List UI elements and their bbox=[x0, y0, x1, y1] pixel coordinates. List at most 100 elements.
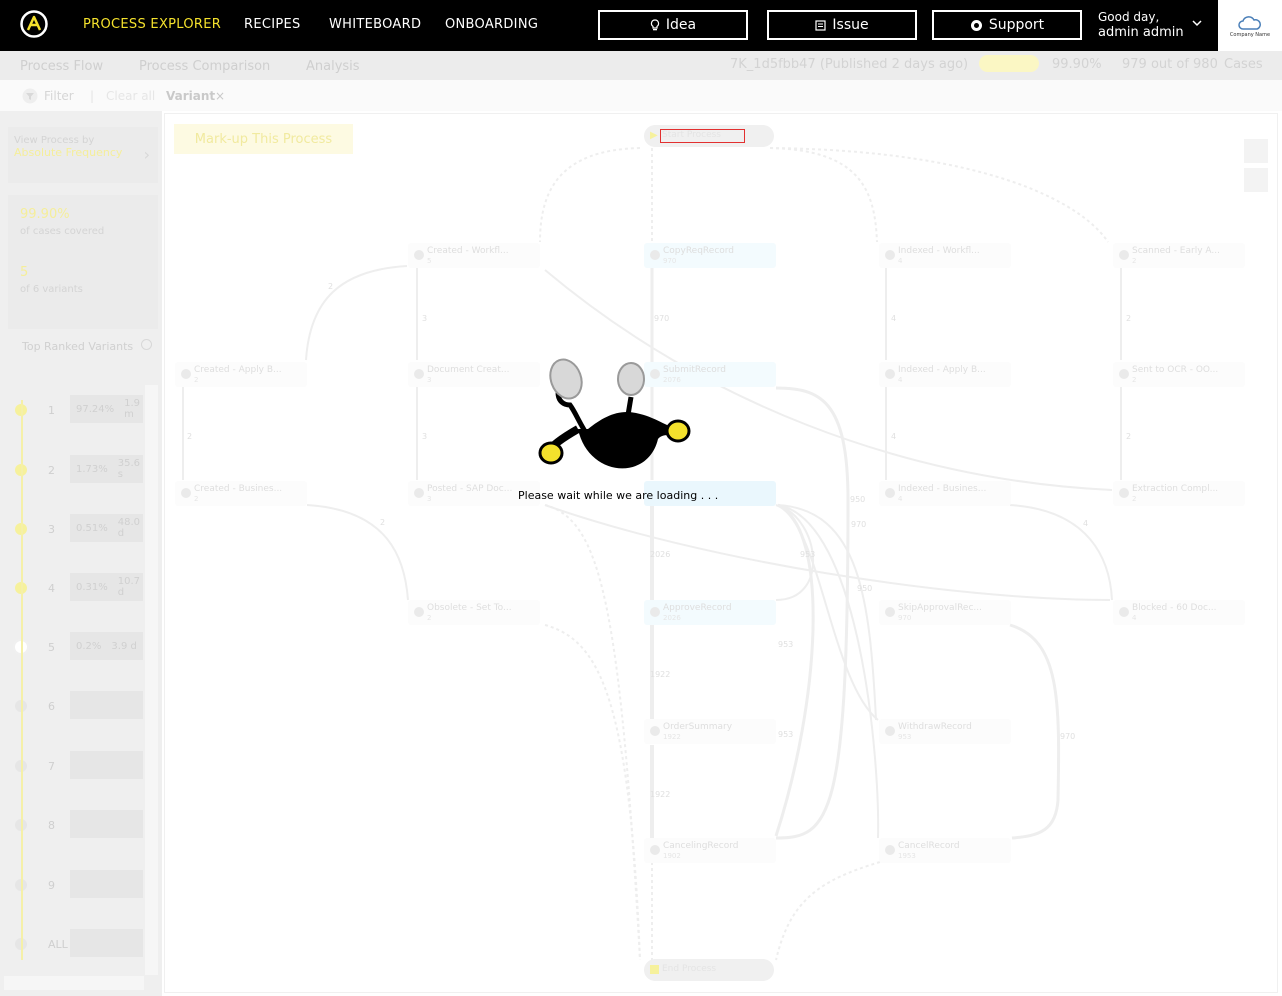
node-count: 1902 bbox=[663, 852, 681, 860]
process-node[interactable]: Sent to OCR - OO... 2 bbox=[1113, 362, 1245, 387]
node-label: Indexed - Busines... bbox=[898, 484, 987, 494]
node-label: Indexed - Workfl... bbox=[898, 246, 980, 256]
node-label: Created - Workfl... bbox=[427, 246, 509, 256]
edge-label: 2 bbox=[380, 518, 386, 527]
node-dot bbox=[650, 607, 660, 617]
edge-label: 4 bbox=[891, 314, 897, 323]
node-dot bbox=[1119, 488, 1129, 498]
edge-label: 953 bbox=[800, 550, 816, 559]
node-label: SkipApprovalRec... bbox=[898, 603, 982, 613]
edge-label: 1922 bbox=[650, 790, 671, 799]
edge-label: 2026 bbox=[650, 550, 671, 559]
node-dot bbox=[414, 607, 424, 617]
edge-label: 970 bbox=[654, 314, 670, 323]
node-dot bbox=[885, 845, 895, 855]
node-dot bbox=[181, 488, 191, 498]
node-label: Obsolete - Set To... bbox=[427, 603, 512, 613]
process-node[interactable]: Created - Busines... 2 bbox=[175, 481, 307, 506]
node-label: CancelingRecord bbox=[663, 841, 739, 851]
stop-icon bbox=[650, 965, 659, 974]
node-dot bbox=[885, 369, 895, 379]
node-label: Posted - SAP Doc... bbox=[427, 484, 513, 494]
edge-label: 2 bbox=[1126, 432, 1132, 441]
node-dot bbox=[885, 726, 895, 736]
node-label: Indexed - Apply B... bbox=[898, 365, 986, 375]
edge-label: 950 bbox=[857, 584, 873, 593]
process-node[interactable]: CopyReqRecord 970 bbox=[644, 243, 776, 268]
node-dot bbox=[885, 488, 895, 498]
node-label: Created - Busines... bbox=[194, 484, 283, 494]
node-count: 4 bbox=[1132, 614, 1137, 622]
edge-label: 4 bbox=[1083, 519, 1089, 528]
node-count: 1953 bbox=[898, 852, 916, 860]
node-label: WithdrawRecord bbox=[898, 722, 972, 732]
node-dot bbox=[650, 845, 660, 855]
node-count: 3 bbox=[427, 376, 432, 384]
process-node[interactable]: OrderSummary 1922 bbox=[644, 719, 776, 744]
process-node[interactable]: Extraction Compl... 2 bbox=[1113, 481, 1245, 506]
node-count: 2 bbox=[194, 376, 199, 384]
node-label: Scanned - Early A... bbox=[1132, 246, 1220, 256]
selection-highlight bbox=[660, 129, 745, 143]
process-node[interactable]: Created - Apply B... 2 bbox=[175, 362, 307, 387]
edge-label: 970 bbox=[1060, 732, 1076, 741]
node-count: 2 bbox=[1132, 257, 1137, 265]
edge-label: 970 bbox=[851, 520, 867, 529]
node-dot bbox=[181, 369, 191, 379]
node-dot bbox=[1119, 369, 1129, 379]
play-icon: ▶ bbox=[650, 130, 658, 141]
edge-label: 3 bbox=[422, 314, 428, 323]
process-node[interactable]: Obsolete - Set To... 2 bbox=[408, 600, 540, 625]
end-process-node[interactable]: End Process bbox=[644, 959, 774, 981]
node-dot bbox=[414, 488, 424, 498]
process-node[interactable]: Scanned - Early A... 2 bbox=[1113, 243, 1245, 268]
node-label: OrderSummary bbox=[663, 722, 733, 732]
node-count: 3 bbox=[427, 495, 432, 503]
node-count: 970 bbox=[663, 257, 677, 265]
node-dot bbox=[1119, 250, 1129, 260]
node-dot bbox=[885, 607, 895, 617]
node-label: CopyReqRecord bbox=[663, 246, 735, 256]
process-node[interactable]: Indexed - Apply B... 4 bbox=[879, 362, 1011, 387]
node-dot bbox=[885, 250, 895, 260]
node-count: 970 bbox=[898, 614, 912, 622]
loading-message: Please wait while we are loading . . . bbox=[518, 489, 719, 502]
node-dot bbox=[650, 726, 660, 736]
node-label: Document Creat... bbox=[427, 365, 510, 375]
node-count: 2 bbox=[1132, 376, 1137, 384]
edge-label: 1922 bbox=[650, 670, 671, 679]
process-node[interactable]: CancelRecord 1953 bbox=[879, 838, 1011, 863]
node-count: 5 bbox=[427, 257, 432, 265]
node-count: 953 bbox=[898, 733, 912, 741]
edge-label: 953 bbox=[778, 730, 794, 739]
process-node[interactable]: ApproveRecord 2026 bbox=[644, 600, 776, 625]
node-label: ApproveRecord bbox=[663, 603, 732, 613]
edge-label: 953 bbox=[778, 640, 794, 649]
node-count: 2026 bbox=[663, 614, 681, 622]
edge-label: 3 bbox=[422, 432, 428, 441]
process-node[interactable]: Indexed - Busines... 4 bbox=[879, 481, 1011, 506]
node-label: Sent to OCR - OO... bbox=[1132, 365, 1219, 375]
node-dot bbox=[650, 250, 660, 260]
node-count: 4 bbox=[898, 376, 903, 384]
loading-spinner-icon bbox=[538, 358, 691, 469]
node-count: 2 bbox=[427, 614, 432, 622]
edge-label: 950 bbox=[850, 495, 866, 504]
node-dot bbox=[414, 369, 424, 379]
node-label: CancelRecord bbox=[898, 841, 960, 851]
node-dot bbox=[414, 250, 424, 260]
node-count: 4 bbox=[898, 257, 903, 265]
process-node[interactable]: Created - Workfl... 5 bbox=[408, 243, 540, 268]
node-count: 2 bbox=[194, 495, 199, 503]
process-node[interactable]: Indexed - Workfl... 4 bbox=[879, 243, 1011, 268]
edge-label: 2 bbox=[187, 432, 193, 441]
node-label: Blocked - 60 Doc... bbox=[1132, 603, 1217, 613]
node-label: Extraction Compl... bbox=[1132, 484, 1219, 494]
node-count: 1922 bbox=[663, 733, 681, 741]
process-node[interactable]: WithdrawRecord 953 bbox=[879, 719, 1011, 744]
edge-label: 2 bbox=[328, 282, 334, 291]
process-node[interactable]: CancelingRecord 1902 bbox=[644, 838, 776, 863]
node-count: 4 bbox=[898, 495, 903, 503]
process-node[interactable]: SkipApprovalRec... 970 bbox=[879, 600, 1011, 625]
process-node[interactable]: Blocked - 60 Doc... 4 bbox=[1113, 600, 1245, 625]
